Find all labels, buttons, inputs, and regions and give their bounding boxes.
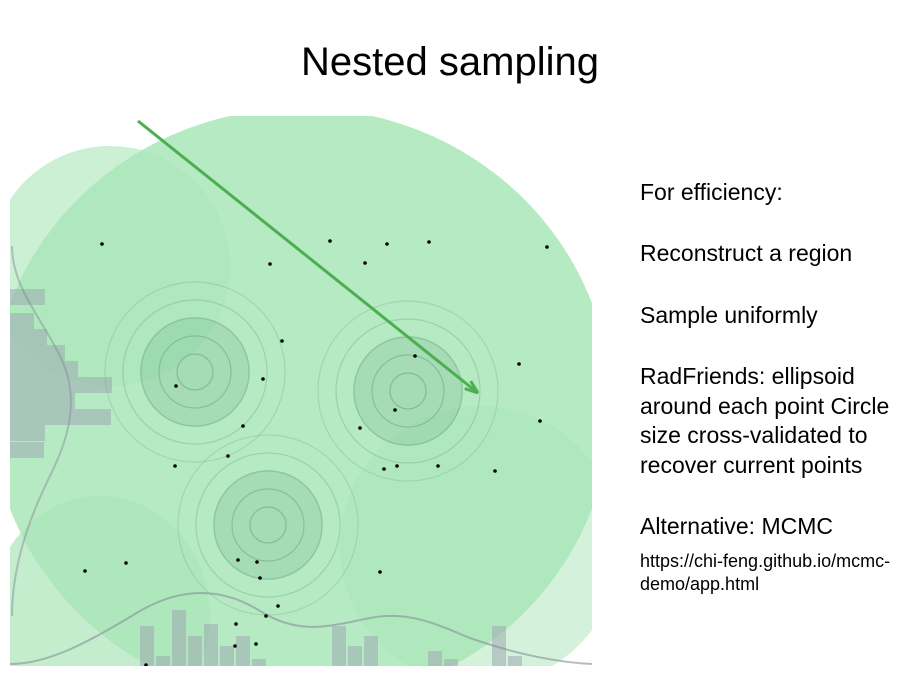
sample-point xyxy=(378,570,382,574)
sample-point xyxy=(517,362,521,366)
text-reconstruct: Reconstruct a region xyxy=(640,239,900,268)
sample-point xyxy=(233,644,237,648)
bottom-marginal-bar xyxy=(172,610,186,666)
bottom-marginal-bar xyxy=(156,656,170,666)
left-marginal-bar xyxy=(10,313,34,329)
slide-title: Nested sampling xyxy=(0,40,900,85)
sample-point xyxy=(268,262,272,266)
bottom-marginal-bar xyxy=(428,651,442,666)
sample-point xyxy=(538,419,542,423)
sample-point xyxy=(427,240,431,244)
mode-shade xyxy=(140,317,250,427)
sample-point xyxy=(241,424,245,428)
sample-point xyxy=(280,339,284,343)
sample-point xyxy=(493,469,497,473)
left-marginal-bar xyxy=(10,377,112,393)
bottom-marginal-bar xyxy=(236,636,250,666)
sample-point xyxy=(382,467,386,471)
text-efficiency: For efficiency: xyxy=(640,178,900,207)
nested-sampling-figure xyxy=(10,116,592,666)
sample-point xyxy=(124,561,128,565)
left-marginal-bar xyxy=(10,409,111,425)
sample-point xyxy=(545,245,549,249)
bottom-marginal-bar xyxy=(252,659,266,666)
text-sample: Sample uniformly xyxy=(640,301,900,330)
sample-point xyxy=(258,576,262,580)
text-alternative: Alternative: MCMC xyxy=(640,512,900,541)
bottom-marginal-bar xyxy=(444,659,458,666)
sample-point xyxy=(226,454,230,458)
sample-point xyxy=(393,408,397,412)
sample-point xyxy=(358,426,362,430)
sample-point xyxy=(100,242,104,246)
left-marginal-bar xyxy=(10,425,45,441)
left-marginal-bar xyxy=(10,345,65,361)
left-marginal-bar xyxy=(10,442,44,458)
sample-point xyxy=(385,242,389,246)
sample-point xyxy=(276,604,280,608)
mode-shade xyxy=(353,336,463,446)
bottom-marginal-bar xyxy=(364,636,378,666)
bottom-marginal-bar xyxy=(332,626,346,666)
explanatory-text: For efficiency: Reconstruct a region Sam… xyxy=(640,178,900,596)
left-marginal-bar xyxy=(10,393,75,409)
sample-point xyxy=(395,464,399,468)
text-radfriends: RadFriends: ellipsoid around each point … xyxy=(640,362,900,480)
sample-point xyxy=(254,642,258,646)
bottom-marginal-bar xyxy=(204,624,218,666)
sample-point xyxy=(173,464,177,468)
sample-point xyxy=(264,614,268,618)
sample-point xyxy=(436,464,440,468)
sample-point xyxy=(413,354,417,358)
bottom-marginal-bar xyxy=(220,646,234,666)
bottom-marginal-bar xyxy=(348,646,362,666)
bottom-marginal-bar xyxy=(508,656,522,666)
sample-point xyxy=(328,239,332,243)
bottom-marginal-bar xyxy=(188,636,202,666)
bottom-marginal-bar xyxy=(140,626,154,666)
sample-point xyxy=(83,569,87,573)
sample-point xyxy=(234,622,238,626)
sample-point xyxy=(174,384,178,388)
mode-shade xyxy=(213,470,323,580)
sample-point xyxy=(236,558,240,562)
sample-point xyxy=(363,261,367,265)
sample-point xyxy=(261,377,265,381)
sample-point xyxy=(255,560,259,564)
demo-link: https://chi-feng.github.io/mcmc-demo/app… xyxy=(640,550,900,597)
left-marginal-bar xyxy=(10,329,47,345)
